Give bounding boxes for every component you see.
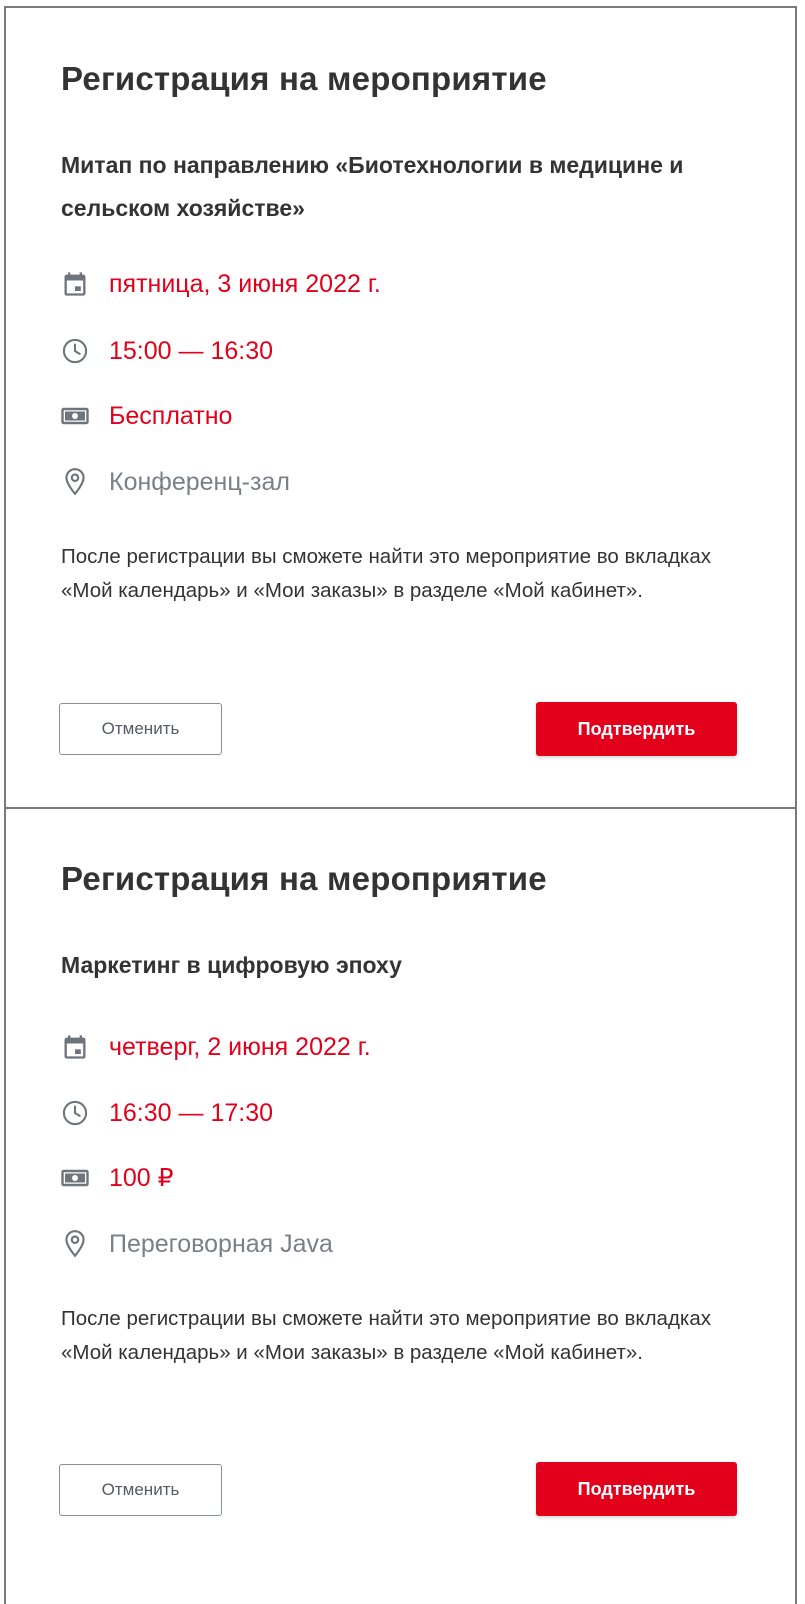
location-pin-icon <box>59 1228 91 1260</box>
event-name: Маркетинг в цифровую эпоху <box>61 952 402 978</box>
event-date: пятница, 3 июня 2022 г. <box>109 269 381 298</box>
registration-note: После регистрации вы сможете найти это м… <box>61 1307 711 1364</box>
confirm-button[interactable]: Подтвердить <box>536 1462 737 1516</box>
calendar-icon <box>59 1031 91 1063</box>
money-icon <box>59 1162 91 1194</box>
clock-icon <box>59 1097 91 1129</box>
cancel-button[interactable]: Отменить <box>59 703 222 755</box>
event-time-row: 15:00 — 16:30 <box>59 333 273 369</box>
event-location-row: Переговорная Java <box>59 1226 333 1262</box>
event-name: Митап по направлению «Биотехнологии в ме… <box>61 152 684 221</box>
dialog-title: Регистрация на мероприятие <box>61 60 547 97</box>
calendar-icon <box>59 268 91 300</box>
event-time: 15:00 — 16:30 <box>109 336 274 365</box>
event-location: Переговорная Java <box>109 1229 333 1258</box>
event-time: 16:30 — 17:30 <box>109 1098 274 1127</box>
event-location: Конференц-зал <box>109 467 290 496</box>
event-date: четверг, 2 июня 2022 г. <box>109 1032 371 1061</box>
registration-dialog: Регистрация на мероприятие Митап по напр… <box>6 8 795 808</box>
location-pin-icon <box>59 466 91 498</box>
event-price: 100 ₽ <box>109 1164 174 1192</box>
event-location-row: Конференц-зал <box>59 464 290 500</box>
confirm-button[interactable]: Подтвердить <box>536 702 737 756</box>
event-time-row: 16:30 — 17:30 <box>59 1095 273 1131</box>
money-icon <box>59 400 91 432</box>
registration-note: После регистрации вы сможете найти это м… <box>61 545 711 602</box>
clock-icon <box>59 335 91 367</box>
event-date-row: пятница, 3 июня 2022 г. <box>59 266 381 302</box>
event-price-row: Бесплатно <box>59 398 232 434</box>
registration-dialog: Регистрация на мероприятие Маркетинг в ц… <box>6 810 795 1604</box>
event-price: Бесплатно <box>109 401 233 430</box>
event-date-row: четверг, 2 июня 2022 г. <box>59 1029 371 1065</box>
cancel-button[interactable]: Отменить <box>59 1464 222 1516</box>
event-price-row: 100 ₽ <box>59 1160 174 1196</box>
dialog-title: Регистрация на мероприятие <box>61 860 547 897</box>
